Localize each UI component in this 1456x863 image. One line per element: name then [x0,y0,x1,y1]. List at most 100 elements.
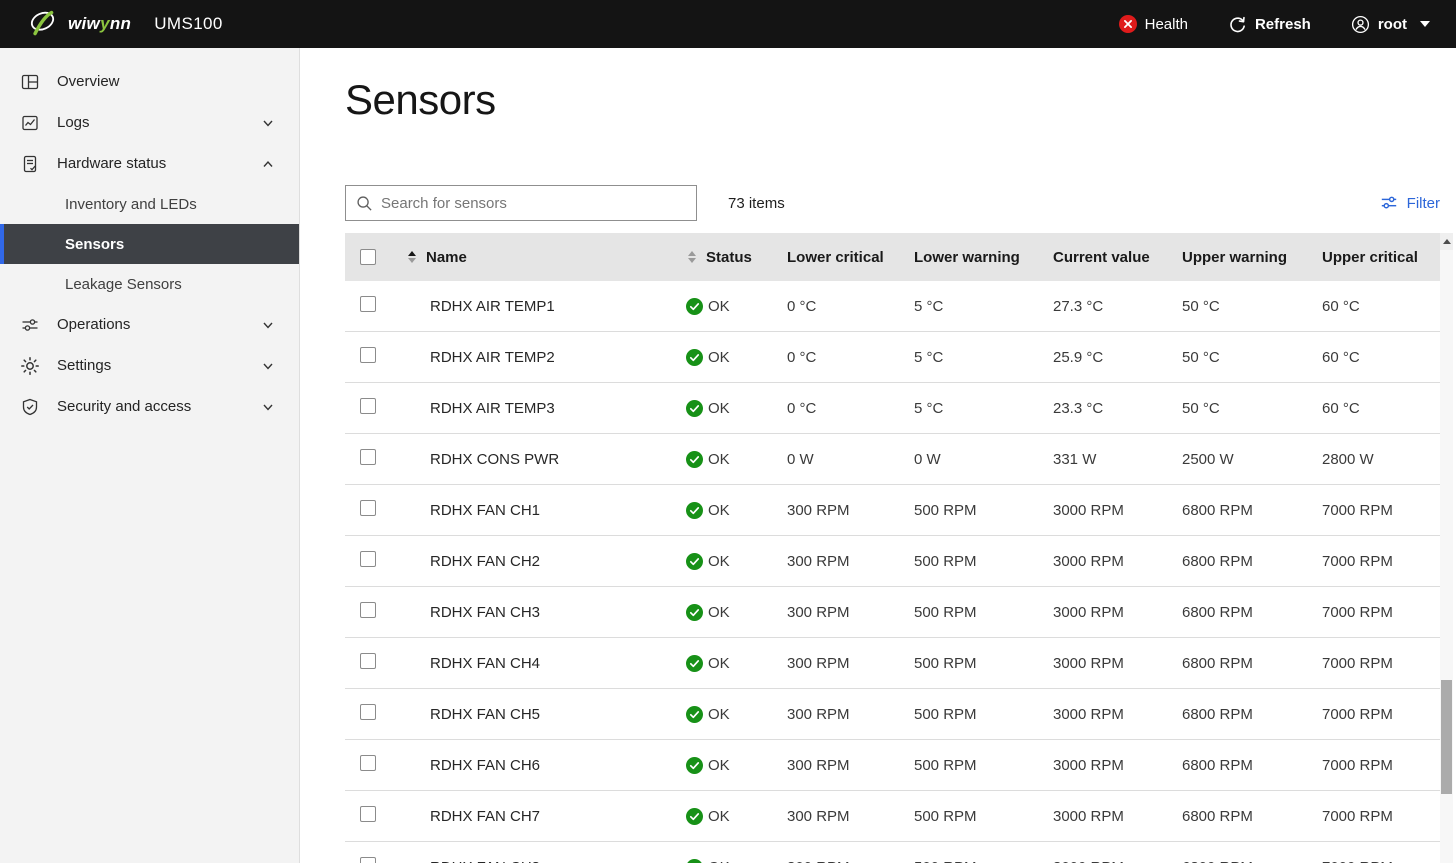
user-menu[interactable]: root [1351,15,1430,34]
items-count: 73 items [728,194,785,212]
upper-critical-value: 7000 RPM [1322,603,1393,621]
sidebar-item-settings[interactable]: Settings [0,345,299,386]
scroll-up-button[interactable] [1440,233,1453,250]
sidebar-item-logs[interactable]: Logs [0,102,299,143]
sensor-status: OK [686,297,787,315]
upper-warning-value: 6800 RPM [1182,859,1322,863]
vertical-scrollbar[interactable] [1440,233,1453,863]
table-row[interactable]: RDHX FAN CH2 OK 300 RPM 500 RPM 3000 RPM… [345,536,1440,587]
row-checkbox[interactable] [360,806,376,822]
refresh-button[interactable]: Refresh [1228,15,1311,34]
health-button[interactable]: Health [1118,15,1188,33]
chevron-down-icon [263,322,273,329]
filter-button[interactable]: Filter [1380,194,1440,212]
upper-critical-value: 7000 RPM [1322,552,1393,570]
table-row[interactable]: RDHX AIR TEMP3 OK 0 °C 5 °C 23.3 °C 50 °… [345,383,1440,434]
column-header-upper-critical[interactable]: Upper critical [1322,249,1440,266]
row-checkbox[interactable] [360,551,376,567]
row-checkbox[interactable] [360,449,376,465]
table-row[interactable]: RDHX CONS PWR OK 0 W 0 W 331 W 2500 W 28… [345,434,1440,485]
chevron-down-icon [263,404,273,411]
upper-critical-value: 7000 RPM [1322,807,1393,825]
health-error-icon [1118,15,1137,33]
lower-warning-value: 500 RPM [914,859,1053,863]
column-header-upper-warning[interactable]: Upper warning [1182,249,1322,266]
sensor-name: RDHX AIR TEMP2 [430,348,555,366]
status-label: OK [708,348,730,366]
table-row[interactable]: RDHX FAN CH4 OK 300 RPM 500 RPM 3000 RPM… [345,638,1440,689]
sidebar-item-leakage-sensors[interactable]: Leakage Sensors [0,264,299,304]
column-header-lower-warning[interactable]: Lower warning [914,249,1053,266]
table-row[interactable]: RDHX AIR TEMP1 OK 0 °C 5 °C 27.3 °C 50 °… [345,281,1440,332]
lower-warning-value: 500 RPM [914,603,977,621]
row-checkbox[interactable] [360,347,376,363]
row-checkbox[interactable] [360,704,376,720]
sidebar-item-label: Inventory and LEDs [65,195,197,213]
lower-critical-value: 300 RPM [787,756,850,774]
table-row[interactable]: RDHX AIR TEMP2 OK 0 °C 5 °C 25.9 °C 50 °… [345,332,1440,383]
select-all-checkbox[interactable] [360,249,376,265]
sensor-name: RDHX FAN CH4 [430,654,541,672]
brand-logo: wiwynn UMS100 [26,8,223,41]
chevron-up-icon [263,160,273,167]
sensor-name: RDHX FAN CH3 [430,603,541,621]
current-value: 3000 RPM [1053,654,1124,672]
column-header-lower-critical[interactable]: Lower critical [787,249,914,266]
sidebar-item-operations[interactable]: Operations [0,304,299,345]
table-row[interactable]: RDHX FAN CH7 OK 300 RPM 500 RPM 3000 RPM… [345,791,1440,842]
upper-warning-value: 6800 RPM [1182,756,1253,774]
column-header-status[interactable]: Status [686,249,787,266]
table-row[interactable]: RDHX FAN CH1 OK 300 RPM 500 RPM 3000 RPM… [345,485,1440,536]
sort-ascending-icon [408,251,416,263]
lower-warning-value: 0 W [914,450,941,468]
sensor-status: OK [686,501,787,519]
sensor-status: OK [686,399,787,417]
shield-check-icon [20,397,40,417]
sort-icon [688,251,696,263]
lower-warning-value: 500 RPM [914,756,977,774]
operations-icon [20,315,40,335]
table-row[interactable]: RDHX FAN CH5 OK 300 RPM 500 RPM 3000 RPM… [345,689,1440,740]
status-ok-icon [686,858,703,863]
upper-critical-value: 7000 RPM [1322,756,1393,774]
sidebar-item-label: Security and access [57,398,192,415]
row-checkbox[interactable] [360,296,376,312]
upper-warning-value: 6800 RPM [1182,654,1253,672]
row-checkbox[interactable] [360,602,376,618]
brand-name: wiwynn [68,14,132,33]
sensor-name: RDHX AIR TEMP3 [430,399,555,417]
table-row[interactable]: RDHX FAN CH3 OK 300 RPM 500 RPM 3000 RPM… [345,587,1440,638]
row-checkbox[interactable] [360,857,376,863]
row-checkbox[interactable] [360,398,376,414]
table-toolbar: 73 items Filter [345,185,1440,221]
sidebar-item-hardware-status[interactable]: Hardware status [0,143,299,184]
health-label: Health [1144,15,1188,33]
sidebar-item-overview[interactable]: Overview [0,61,299,102]
table-row[interactable]: RDHX FAN CH8 OK 300 RPM 500 RPM 3000 RPM… [345,842,1440,863]
sidebar-item-security-and-access[interactable]: Security and access [0,386,299,427]
current-value: 23.3 °C [1053,399,1104,417]
current-value: 25.9 °C [1053,348,1104,366]
sensors-table: Name Status Lower critical Lower warning… [345,233,1440,863]
column-header-current-value[interactable]: Current value [1053,249,1182,266]
search-input[interactable] [381,194,686,212]
hardware-status-icon [20,154,40,174]
sidebar-item-sensors[interactable]: Sensors [0,224,299,264]
lower-warning-value: 500 RPM [914,705,977,723]
lower-critical-value: 300 RPM [787,603,850,621]
row-checkbox[interactable] [360,653,376,669]
chevron-down-icon [263,120,273,127]
lower-critical-value: 0 °C [787,348,817,366]
column-header-name[interactable]: Name [408,249,686,266]
table-row[interactable]: RDHX FAN CH6 OK 300 RPM 500 RPM 3000 RPM… [345,740,1440,791]
row-checkbox[interactable] [360,500,376,516]
sensor-name: RDHX FAN CH5 [430,705,541,723]
sensor-name: RDHX CONS PWR [430,450,560,468]
status-ok-icon [686,501,703,519]
lower-critical-value: 300 RPM [787,807,850,825]
sidebar-item-inventory-and-leds[interactable]: Inventory and LEDs [0,184,299,224]
scrollbar-thumb[interactable] [1441,680,1452,794]
row-checkbox[interactable] [360,755,376,771]
upper-warning-value: 6800 RPM [1182,552,1253,570]
sidebar-item-label: Leakage Sensors [65,275,182,293]
